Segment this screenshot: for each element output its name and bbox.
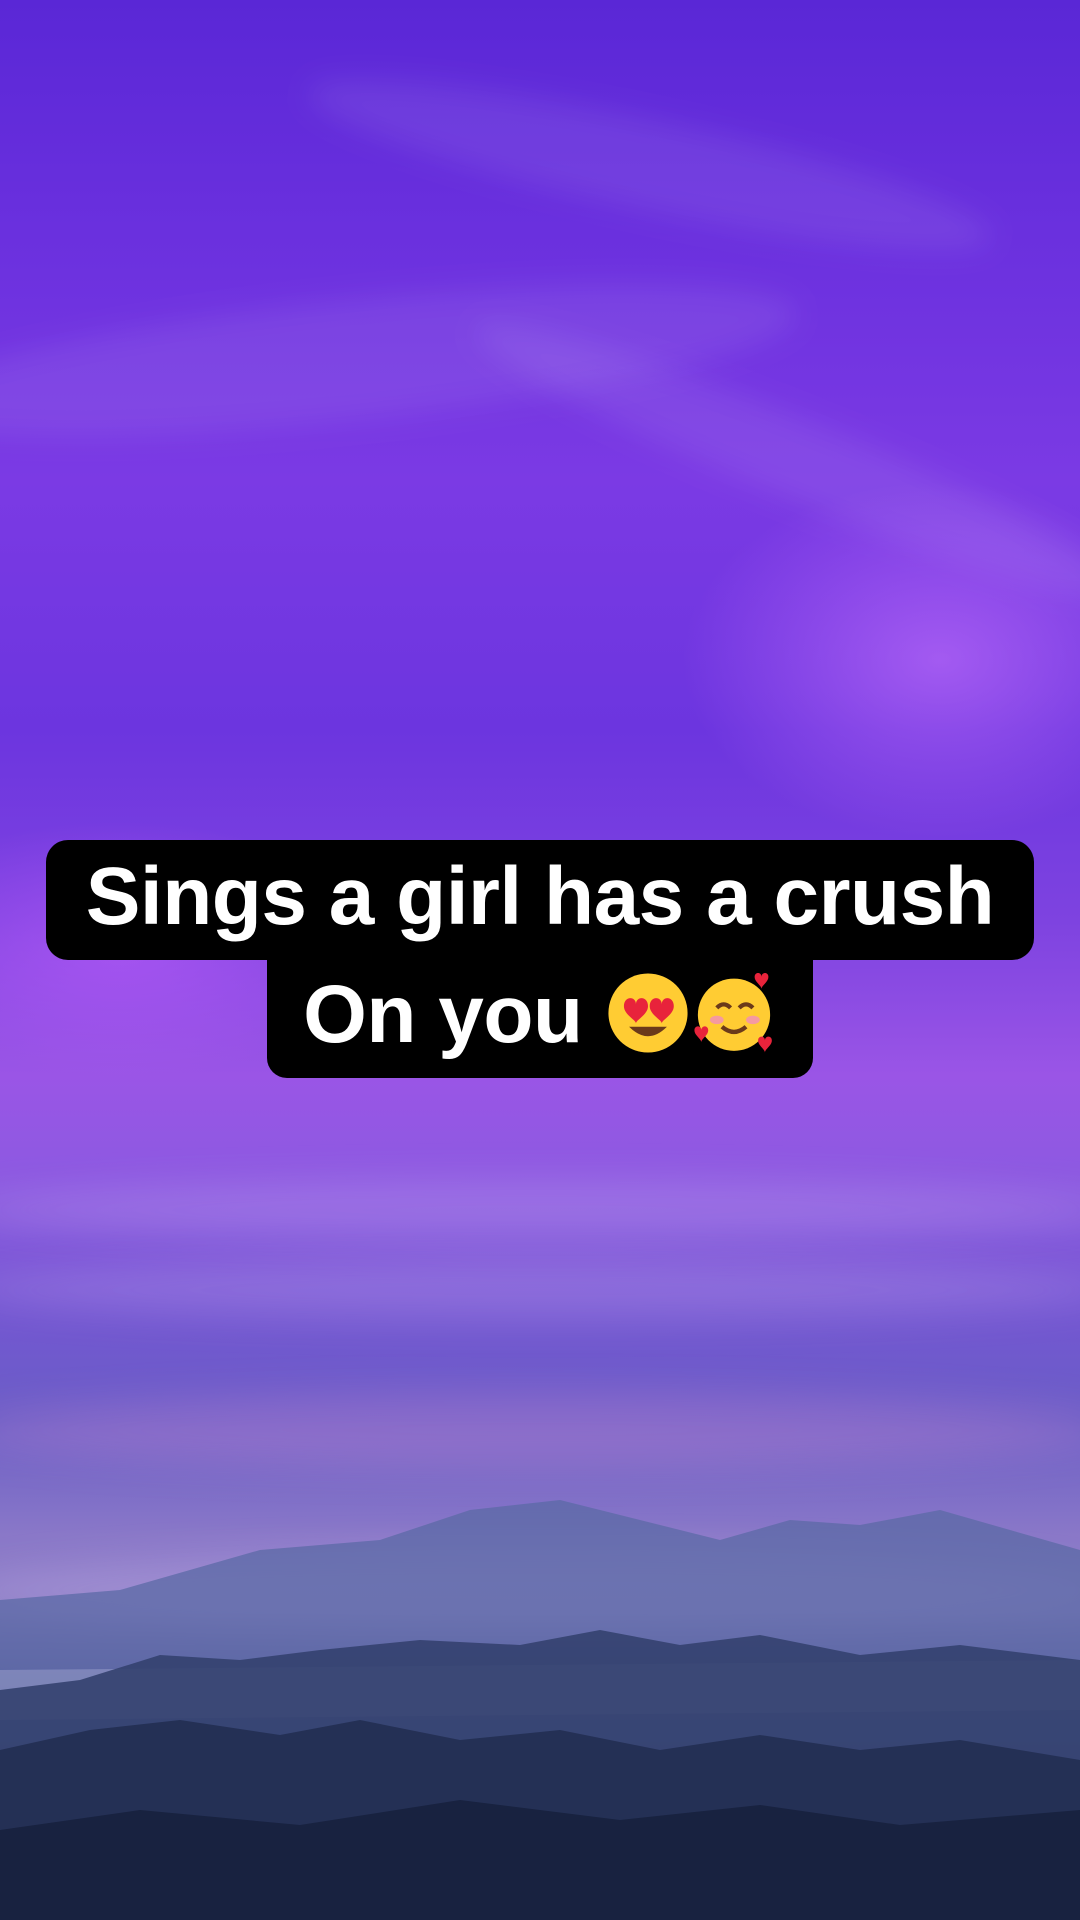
cloud-streak — [298, 48, 1002, 282]
cloud-band — [0, 1180, 1080, 1240]
cloud-band — [0, 1260, 1080, 1320]
caption-line-1: Sings a girl has a crush — [45, 840, 1035, 960]
caption-line-2-text: On you — [303, 969, 583, 1060]
caption-line-2: On you — [267, 960, 813, 1078]
cloud-band-pink — [0, 1395, 1080, 1465]
mountain-silhouettes — [0, 1500, 1080, 1920]
smiling-with-hearts-emoji-icon — [694, 973, 772, 1053]
heart-eyes-emoji-icon — [608, 973, 688, 1053]
caption-overlay: Sings a girl has a crush On you — [0, 840, 1080, 1078]
video-frame[interactable]: Sings a girl has a crush On you — [0, 0, 1080, 1920]
